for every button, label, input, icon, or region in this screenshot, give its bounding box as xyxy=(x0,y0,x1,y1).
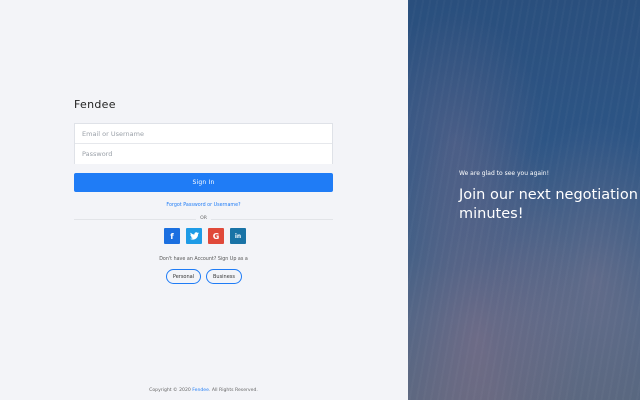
copyright-suffix: . All Rights Reserved. xyxy=(208,388,258,393)
hero-headline-line1: Join our next negotiation xyxy=(459,187,638,203)
signup-business-button[interactable]: Business xyxy=(206,269,242,284)
hero-headline: Join our next negotiation minutes! xyxy=(459,186,640,224)
facebook-icon[interactable]: f xyxy=(164,228,180,244)
hero-headline-line2: minutes! xyxy=(459,206,524,222)
social-login-buttons: f G in xyxy=(164,228,246,244)
linkedin-icon[interactable]: in xyxy=(230,228,246,244)
copyright-footer: Copyright © 2020 Fendee. All Rights Rese… xyxy=(74,388,333,393)
login-form xyxy=(74,123,333,164)
signup-prompt: Don't have an Account? Sign Up as a xyxy=(159,257,248,262)
twitter-icon[interactable] xyxy=(186,228,202,244)
twitter-bird-glyph xyxy=(189,232,199,240)
signup-personal-button[interactable]: Personal xyxy=(166,269,201,284)
hero-welcome-text: We are glad to see you again! xyxy=(459,170,549,177)
forgot-password-link[interactable]: Forgot Password or Username? xyxy=(74,203,333,208)
or-label: OR xyxy=(196,216,211,221)
username-input[interactable] xyxy=(75,124,332,144)
brand-name: Fendee xyxy=(74,98,116,111)
password-input[interactable] xyxy=(75,144,332,164)
or-separator: OR xyxy=(74,216,333,221)
login-panel: Fendee Sign In Forgot Password or Userna… xyxy=(0,0,408,400)
signin-button[interactable]: Sign In xyxy=(74,173,333,192)
google-icon[interactable]: G xyxy=(208,228,224,244)
copyright-prefix: Copyright © 2020 xyxy=(149,388,193,393)
fendee-footer-link[interactable]: Fendee xyxy=(192,388,209,393)
